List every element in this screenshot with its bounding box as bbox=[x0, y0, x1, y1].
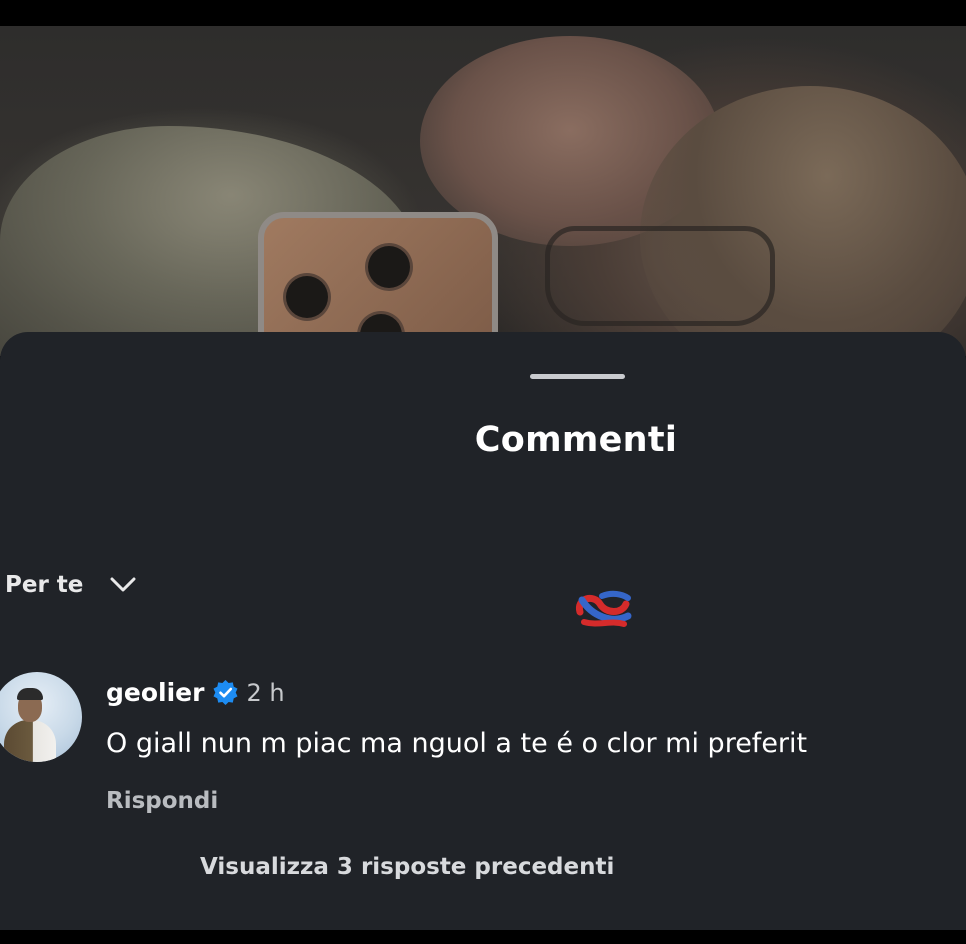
comment-meta: geolier 2 h bbox=[106, 678, 285, 707]
avatar-cap bbox=[17, 688, 43, 700]
drag-handle[interactable] bbox=[530, 374, 625, 379]
view-replies-button[interactable]: Visualizza 3 risposte precedenti bbox=[200, 854, 614, 880]
comment-timestamp: 2 h bbox=[246, 678, 285, 707]
comment-username[interactable]: geolier bbox=[106, 678, 204, 707]
phone-lens bbox=[286, 276, 328, 318]
screen: Commenti Per te geolier 2 h O giall nun … bbox=[0, 0, 966, 944]
photo-glasses bbox=[545, 226, 775, 326]
avatar[interactable] bbox=[0, 672, 82, 762]
comments-sheet: Commenti Per te geolier 2 h O giall nun … bbox=[0, 332, 966, 930]
verified-badge-icon bbox=[213, 680, 238, 705]
chevron-down-icon bbox=[110, 577, 136, 592]
sort-dropdown[interactable]: Per te bbox=[5, 572, 137, 598]
avatar-body bbox=[4, 720, 56, 762]
knot-emoji-icon bbox=[575, 590, 632, 627]
background-photo bbox=[0, 26, 966, 356]
sheet-title: Commenti bbox=[474, 420, 678, 460]
sort-label: Per te bbox=[5, 572, 84, 598]
phone-lens bbox=[368, 246, 410, 288]
comment-item: geolier 2 h O giall nun m piac ma nguol … bbox=[0, 670, 966, 830]
comment-text: O giall nun m piac ma nguol a te é o clo… bbox=[106, 728, 808, 759]
reply-button[interactable]: Rispondi bbox=[106, 788, 218, 814]
